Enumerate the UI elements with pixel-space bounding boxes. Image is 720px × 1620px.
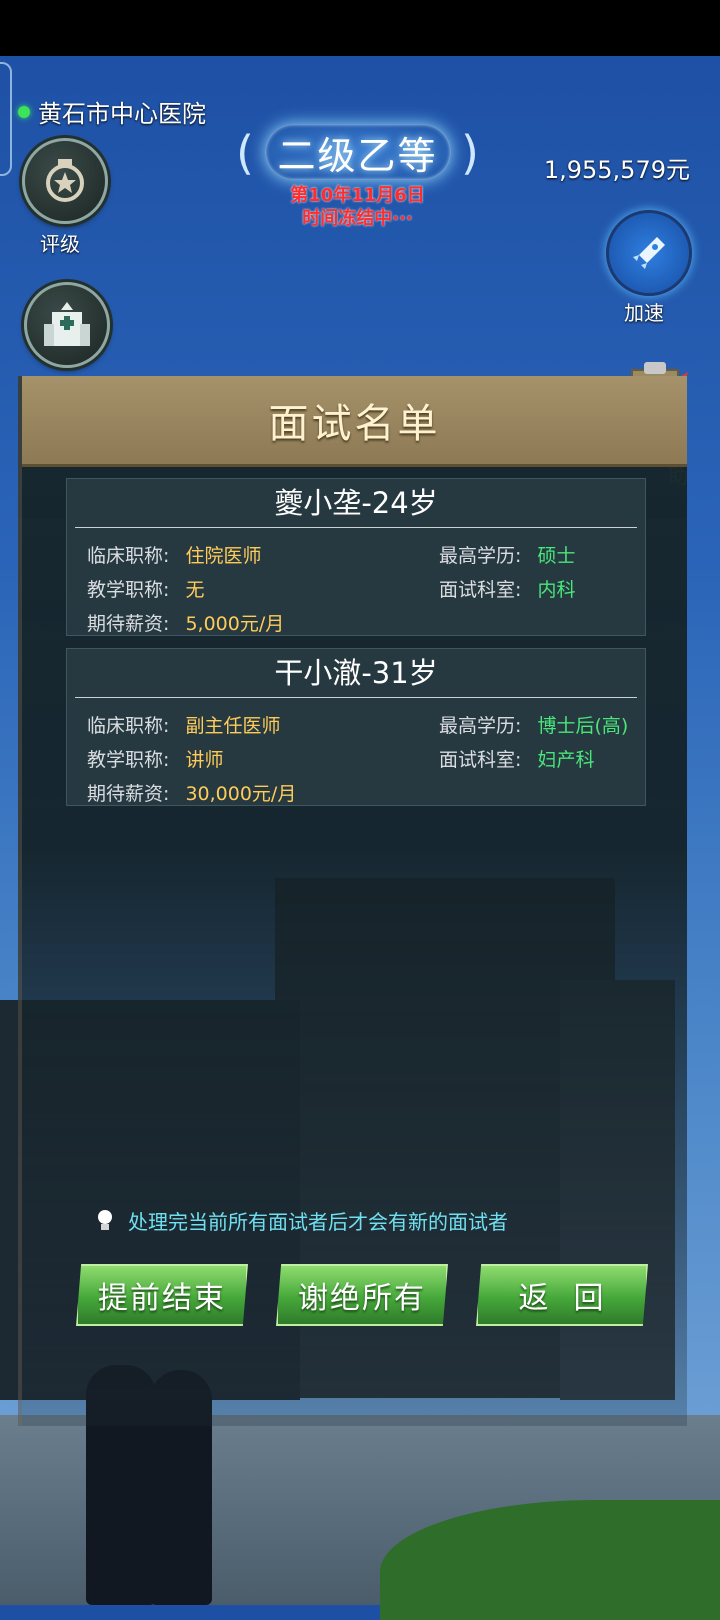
rating-button[interactable] — [22, 138, 108, 224]
education-row: 最高学历: 博士后(高) — [439, 711, 628, 738]
teaching-title-row: 教学职称: 讲师 — [87, 745, 223, 772]
education-label: 最高学历: — [439, 715, 522, 737]
department-label: 面试科室: — [439, 579, 522, 601]
candidate-card[interactable]: 干小澈-31岁 临床职称: 副主任医师 最高学历: 博士后(高) 教学职称: 讲… — [66, 648, 646, 806]
department-row: 面试科室: 内科 — [439, 575, 575, 602]
candidate-name: 干小澈-31岁 — [274, 656, 438, 690]
hospital-name: 黄石市中心医院 — [18, 94, 206, 129]
candidate-card[interactable]: 夔小垄-24岁 临床职称: 住院医师 最高学历: 硕士 教学职称: 无 面试科室… — [66, 478, 646, 636]
salary-value: 30,000元/月 — [185, 783, 297, 805]
panel-title: 面试名单 — [268, 401, 441, 447]
clinical-title-row: 临床职称: 住院医师 — [87, 541, 261, 568]
hint-text: 处理完当前所有面试者后才会有新的面试者 — [128, 1210, 508, 1234]
department-label: 面试科室: — [439, 749, 522, 771]
back-label: 返 回 — [518, 1281, 606, 1316]
clinical-title-label: 临床职称: — [87, 545, 170, 567]
end-early-button[interactable]: 提前结束 — [76, 1264, 248, 1326]
education-value: 博士后(高) — [537, 715, 629, 737]
clinical-title-row: 临床职称: 副主任医师 — [87, 711, 280, 738]
back-button[interactable]: 返 回 — [476, 1264, 648, 1326]
department-value: 妇产科 — [537, 749, 595, 771]
hint-message: 处理完当前所有面试者后才会有新的面试者 — [96, 1206, 508, 1235]
salary-row: 期待薪资: 5,000元/月 — [87, 609, 284, 636]
education-label: 最高学历: — [439, 545, 522, 567]
medal-icon — [46, 159, 84, 202]
department-value: 内科 — [537, 579, 576, 601]
online-status-icon — [18, 105, 30, 118]
panel-header: 面试名单 — [22, 376, 687, 467]
department-row: 面试科室: 妇产科 — [439, 745, 594, 772]
salary-value: 5,000元/月 — [185, 613, 285, 635]
end-early-label: 提前结束 — [98, 1281, 226, 1316]
hospital-upgrade-button[interactable] — [24, 282, 110, 368]
salary-label: 期待薪资: — [87, 783, 170, 805]
rocket-icon — [633, 237, 665, 269]
speed-up-button[interactable] — [606, 210, 692, 296]
money-display: 1,955,579元 — [543, 156, 690, 184]
side-drawer-tab[interactable] — [0, 62, 12, 176]
rank-text: 二级乙等 — [277, 133, 438, 178]
game-date: 第10年11月6日 — [290, 185, 425, 206]
rank-plate: 二级乙等 — [264, 124, 451, 180]
salary-row: 期待薪资: 30,000元/月 — [87, 779, 296, 806]
teaching-title-label: 教学职称: — [87, 749, 170, 771]
clinical-title-value: 住院医师 — [185, 545, 262, 567]
hospital-rank: ( ) 二级乙等 第10年11月6日 时间冻结中··· — [236, 124, 479, 230]
hospital-name-text: 黄石市中心医院 — [38, 100, 206, 128]
hospital-building-icon — [44, 302, 90, 346]
laurel-right-icon: ) — [461, 126, 479, 180]
divider — [75, 527, 637, 528]
teaching-title-value: 讲师 — [185, 749, 224, 771]
status-bar — [0, 0, 720, 56]
laurel-left-icon: ( — [236, 126, 254, 180]
salary-label: 期待薪资: — [87, 613, 170, 635]
decline-all-label: 谢绝所有 — [298, 1281, 426, 1316]
time-status: 时间冻结中··· — [302, 208, 413, 229]
education-value: 硕士 — [537, 545, 576, 567]
candidate-name: 夔小垄-24岁 — [274, 486, 438, 520]
rating-label: 评级 — [40, 232, 80, 256]
teaching-title-label: 教学职称: — [87, 579, 170, 601]
clinical-title-label: 临床职称: — [87, 715, 170, 737]
clinical-title-value: 副主任医师 — [185, 715, 281, 737]
teaching-title-row: 教学职称: 无 — [87, 575, 204, 602]
divider — [75, 697, 637, 698]
lightbulb-icon — [98, 1209, 112, 1230]
education-row: 最高学历: 硕士 — [439, 541, 575, 568]
decline-all-button[interactable]: 谢绝所有 — [276, 1264, 448, 1326]
speed-up-label: 加速 — [624, 301, 664, 325]
teaching-title-value: 无 — [185, 579, 205, 601]
